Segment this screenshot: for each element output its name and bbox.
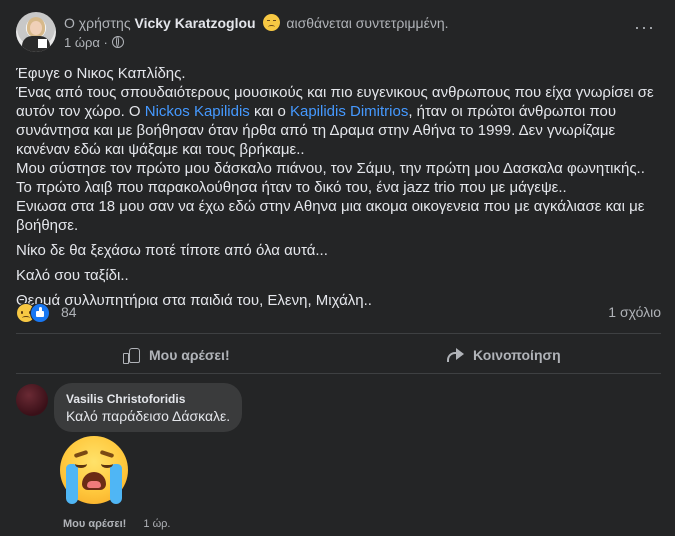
eye-right [101, 460, 113, 468]
avatar-face [30, 21, 42, 35]
more-options-button[interactable]: ··· [634, 18, 655, 36]
header-prefix: Ο χρήστης [64, 15, 131, 31]
brow-left [73, 449, 89, 459]
post-paragraph: Ενιωσα στα 18 μου σαν να έχω εδώ στην Αθ… [16, 198, 645, 234]
like-reaction-icon [30, 303, 50, 323]
post-actions: Μου αρέσει! Κοινοποίηση [16, 341, 661, 369]
author-name[interactable]: Vicky Karatzoglou [134, 15, 255, 31]
avatar-shirt-print [38, 39, 47, 48]
mouth [82, 472, 106, 490]
reaction-count[interactable]: 84 [61, 304, 77, 320]
thumbs-up-icon [121, 346, 141, 364]
globe-icon[interactable] [111, 36, 124, 48]
feeling-text[interactable]: αισθάνεται συντετριμμένη. [286, 15, 448, 31]
comment-time[interactable]: 1 ώρ. [143, 518, 170, 530]
post-line: Έφυγε ο Νικος Καπλίδης. [16, 65, 186, 82]
post-time[interactable]: 1 ώρα · [64, 35, 108, 50]
commenter-avatar[interactable] [16, 384, 48, 416]
commenter-name[interactable]: Vasilis Christoforidis [66, 392, 185, 406]
tear-left [66, 464, 78, 504]
comment-actions: Μου αρέσει! 1 ώρ. [63, 518, 170, 530]
post-text: Έφυγε ο Νικος Καπλίδης. Ένας από τους σπ… [16, 64, 664, 310]
loudly-crying-face-icon [60, 436, 128, 504]
reactions-bar: 84 1 σχόλιο [16, 303, 661, 323]
post-paragraph: Μου σύστησε τον πρώτο μου δάσκαλο πιάνου… [16, 160, 645, 196]
share-arrow-icon [445, 346, 465, 364]
like-button[interactable]: Μου αρέσει! [121, 341, 230, 369]
tear-right [110, 464, 122, 504]
mention-link-nickos[interactable]: Nickos Kapilidis [145, 103, 250, 120]
mention-link-dimitrios[interactable]: Kapilidis Dimitrios [290, 103, 408, 120]
post-line: Νίκο δε θα ξεχάσω ποτέ τίποτε από όλα αυ… [16, 242, 328, 259]
author-avatar[interactable] [16, 12, 56, 52]
share-button-label: Κοινοποίηση [473, 347, 561, 363]
share-button[interactable]: Κοινοποίηση [445, 341, 561, 369]
divider [16, 333, 661, 334]
header-line: Ο χρήστης Vicky Karatzoglou αισθάνεται σ… [64, 14, 449, 31]
comment-text: Καλό παράδεισο Δάσκαλε. [66, 408, 231, 424]
comment-bubble: Vasilis Christoforidis Καλό παράδεισο Δά… [54, 383, 242, 432]
post-text-part: και ο [249, 103, 290, 120]
post-meta: 1 ώρα · [64, 35, 124, 50]
post-header: Ο χρήστης Vicky Karatzoglou αισθάνεται σ… [16, 10, 661, 54]
comment-count[interactable]: 1 σχόλιο [608, 304, 661, 320]
sad-face-icon [262, 14, 280, 31]
divider [16, 373, 661, 374]
eye-left [75, 460, 87, 468]
brow-right [99, 449, 115, 459]
post-line: Καλό σου ταξίδι.. [16, 267, 129, 284]
reaction-icons[interactable] [16, 303, 56, 323]
like-button-label: Μου αρέσει! [149, 347, 230, 363]
post-paragraph: Ένας από τους σπουδαιότερους μουσικούς κ… [16, 83, 664, 159]
comment-like-button[interactable]: Μου αρέσει! [63, 518, 126, 530]
